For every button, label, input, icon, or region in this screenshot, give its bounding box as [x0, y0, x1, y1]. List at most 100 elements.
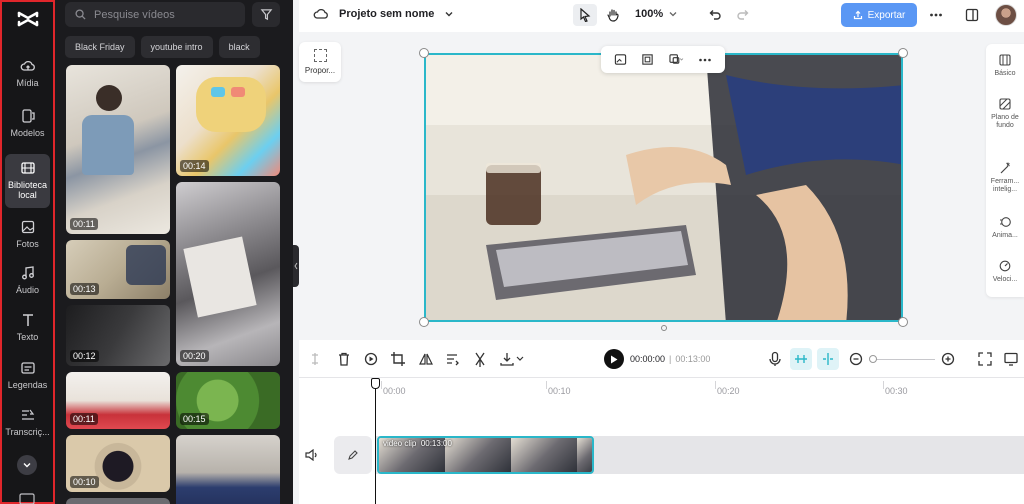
- rp-item-speed[interactable]: Veloci...: [986, 260, 1024, 284]
- ruler-label: 00:20: [717, 386, 740, 396]
- layers-icon[interactable]: [668, 53, 684, 66]
- pen-icon: [348, 450, 358, 460]
- split-icon[interactable]: [307, 351, 323, 367]
- video-thumbnail[interactable]: 00:15: [176, 372, 280, 429]
- video-thumbnail[interactable]: [66, 498, 170, 504]
- freeze-frame-icon[interactable]: [363, 351, 379, 367]
- crop-icon[interactable]: [641, 53, 654, 66]
- image-add-icon[interactable]: [614, 53, 627, 66]
- project-name: Projeto sem nome: [339, 8, 435, 20]
- layout-toggle-icon[interactable]: [965, 8, 979, 22]
- ruler-label: 00:00: [383, 386, 406, 396]
- rp-item-smart-tools[interactable]: Ferram... intelig...: [986, 162, 1024, 194]
- top-bar: Projeto sem nome 100% Exportar: [299, 0, 1024, 32]
- crop-icon[interactable]: [390, 351, 406, 367]
- rp-item-animation[interactable]: Anima...: [986, 216, 1024, 240]
- rail-item-templates[interactable]: Modelos: [5, 108, 50, 142]
- chip-youtube-intro[interactable]: youtube intro: [140, 36, 213, 58]
- hand-tool-button[interactable]: [601, 4, 625, 26]
- volume-icon[interactable]: [305, 449, 319, 461]
- rp-label-speed: Veloci...: [992, 276, 1018, 283]
- more-options-icon[interactable]: [929, 8, 943, 22]
- ruler-tick: [883, 381, 884, 389]
- undo-icon[interactable]: [708, 7, 722, 21]
- mirror-icon[interactable]: [418, 351, 434, 367]
- video-thumbnail[interactable]: 00:13: [66, 240, 170, 299]
- speed-list-icon[interactable]: [445, 351, 461, 367]
- chip-black-friday[interactable]: Black Friday: [65, 36, 135, 58]
- playhead[interactable]: [375, 378, 376, 504]
- chevron-down-icon: [445, 12, 453, 17]
- avatar[interactable]: [995, 4, 1017, 26]
- delete-icon[interactable]: [336, 351, 352, 367]
- rail-label-transcript: Transcriç...: [5, 427, 50, 437]
- video-thumbnail[interactable]: 00:14: [176, 65, 280, 176]
- rail-item-media[interactable]: Mídia: [5, 58, 50, 92]
- rp-item-background[interactable]: Plano de fundo: [986, 98, 1024, 130]
- image-icon: [21, 220, 34, 234]
- captions-icon: [20, 362, 35, 374]
- rp-item-basic[interactable]: Básico: [986, 54, 1024, 78]
- play-button[interactable]: [604, 349, 624, 369]
- rail-item-captions[interactable]: Legendas: [5, 360, 50, 394]
- panel-collapse-handle[interactable]: [293, 245, 299, 287]
- rail-item-audio[interactable]: Áudio: [5, 265, 50, 299]
- upload-icon: [853, 10, 862, 20]
- chip-black[interactable]: black: [218, 36, 260, 58]
- video-thumbnail[interactable]: 00:10: [66, 435, 170, 492]
- resize-handle[interactable]: [419, 317, 429, 327]
- auto-snap-button[interactable]: [790, 348, 812, 370]
- cover-edit-button[interactable]: [334, 436, 372, 474]
- timeline-zoom-knob[interactable]: [869, 355, 877, 363]
- video-thumbnail[interactable]: 00:11: [66, 372, 170, 429]
- duration-badge: 00:10: [70, 476, 99, 488]
- download-icon[interactable]: [499, 351, 525, 367]
- redo-icon[interactable]: [736, 7, 750, 21]
- link-tracks-button[interactable]: [817, 348, 839, 370]
- zoom-out-icon[interactable]: [848, 351, 864, 367]
- video-thumbnail[interactable]: 00:11: [66, 65, 170, 234]
- video-thumbnail[interactable]: 00:20: [176, 182, 280, 366]
- rail-expand-button[interactable]: [17, 455, 37, 475]
- video-thumbnail[interactable]: 00:12: [66, 305, 170, 366]
- chevron-left-icon: [294, 262, 298, 270]
- aspect-ratio-button[interactable]: Propor...: [299, 42, 341, 82]
- video-clip[interactable]: video clip 00:13:00: [377, 436, 594, 474]
- resize-handle[interactable]: [419, 48, 429, 58]
- timeline-zoom-slider[interactable]: [871, 359, 935, 360]
- rotate-handle[interactable]: [661, 325, 667, 331]
- clip-frame: [577, 438, 592, 472]
- resize-handle[interactable]: [898, 317, 908, 327]
- search-input[interactable]: [94, 8, 234, 21]
- zoom-in-icon[interactable]: [940, 351, 956, 367]
- magic-wand-icon: [1000, 162, 1010, 174]
- select-tool-button[interactable]: [573, 4, 597, 26]
- trim-icon[interactable]: [472, 351, 488, 367]
- filter-button[interactable]: [252, 2, 280, 27]
- video-preview[interactable]: [424, 53, 903, 322]
- film-strip-icon: [20, 162, 35, 174]
- zoom-level: 100%: [635, 8, 664, 20]
- capcut-logo[interactable]: [16, 8, 40, 30]
- zoom-selector[interactable]: 100%: [635, 8, 678, 20]
- microphone-icon[interactable]: [767, 351, 783, 367]
- fit-timeline-icon[interactable]: [977, 351, 993, 367]
- export-button[interactable]: Exportar: [841, 3, 917, 27]
- video-thumbnail[interactable]: [176, 435, 280, 504]
- rail-item-transcript[interactable]: Transcriç...: [5, 407, 50, 441]
- rail-item-text[interactable]: Texto: [5, 312, 50, 346]
- project-selector[interactable]: Projeto sem nome: [313, 7, 454, 21]
- duration-badge: 00:20: [180, 350, 209, 362]
- keyboard-icon[interactable]: [19, 493, 35, 504]
- ruler-tick: [546, 381, 547, 389]
- more-options-icon[interactable]: [698, 53, 712, 67]
- preview-icon[interactable]: [1003, 351, 1019, 367]
- transcript-icon: [21, 409, 34, 420]
- media-panel: Black Friday youtube intro black 00:11 0…: [55, 0, 293, 504]
- aspect-ratio-label: Propor...: [304, 66, 336, 75]
- rail-item-local-library[interactable]: Biblioteca local: [5, 154, 50, 208]
- resize-handle[interactable]: [898, 48, 908, 58]
- playhead-handle[interactable]: [371, 378, 380, 389]
- rail-label-templates: Modelos: [10, 128, 45, 138]
- rail-item-photos[interactable]: Fotos: [5, 219, 50, 253]
